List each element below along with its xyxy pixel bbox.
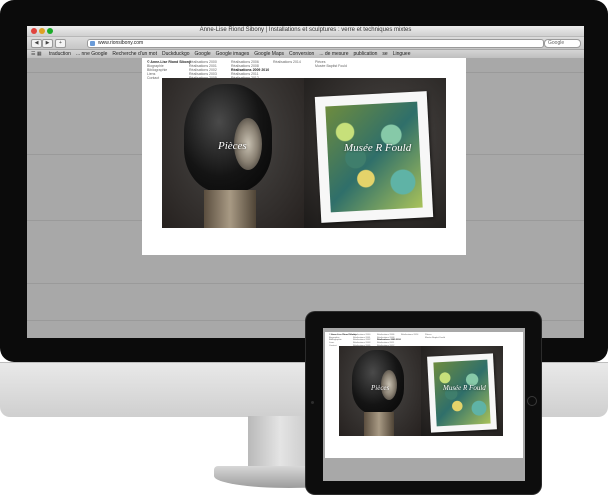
- ipad-camera: [311, 401, 314, 404]
- bookmark-item[interactable]: Duckduckgo: [162, 51, 190, 57]
- tile-caption: Pièces: [371, 384, 390, 392]
- bookmark-item[interactable]: ... nne Google: [76, 51, 107, 57]
- bookmark-item[interactable]: Google images: [216, 51, 250, 57]
- site-favicon-icon: [90, 41, 95, 46]
- browser-viewport: © Anne-Lise Riond Sibony Biographie Biblio…: [27, 58, 584, 338]
- nav-column: Pièces Musée Baptist Fould: [315, 60, 347, 68]
- bookmark-item[interactable]: Conversion: [289, 51, 314, 57]
- artwork-image: [433, 359, 491, 427]
- search-field[interactable]: Google: [544, 39, 581, 48]
- tile-pieces-tablet[interactable]: Pièces: [339, 346, 421, 436]
- nav-link[interactable]: Musée Baptist Fould: [425, 337, 445, 340]
- nav-link[interactable]: Musée Baptist Fould: [315, 64, 347, 68]
- tile-musee-fould[interactable]: Musée R Fould: [304, 78, 446, 228]
- nav-column: Réalisations 2014: [273, 60, 301, 64]
- nav-column: Pièces Musée Baptist Fould: [425, 334, 445, 339]
- ipad-home-button[interactable]: [527, 396, 537, 406]
- bookmark-item[interactable]: publication: [354, 51, 378, 57]
- tile-caption: Musée R Fould: [344, 142, 412, 154]
- address-bar-url: www.rionsibony.com: [98, 40, 144, 46]
- address-bar[interactable]: www.rionsibony.com: [87, 39, 544, 48]
- bookmark-item[interactable]: ... de mesure: [319, 51, 348, 57]
- browser-titlebar: Anne-Lise Riond Sibony | Installations e…: [27, 26, 584, 37]
- framed-artwork: [427, 353, 497, 433]
- nav-link[interactable]: Réalisations 2014: [401, 334, 418, 337]
- nav-link[interactable]: Réalisations 2014: [273, 60, 301, 64]
- sculpture-base: [364, 412, 394, 436]
- artist-webpage: © Anne-Lise Riond Sibony Biographie Biblio…: [142, 58, 466, 255]
- framed-artwork: [314, 91, 434, 223]
- bookmark-item[interactable]: traduction: [49, 51, 71, 57]
- forward-button[interactable]: ▶: [42, 39, 53, 48]
- artist-webpage-tablet: © Anne-Lise Riond Sibony Biographie Biblio…: [325, 332, 523, 458]
- nav-column: Réalisations 2014: [401, 334, 418, 337]
- browser-toolbar: ◀ ▶ + www.rionsibony.com Google: [27, 37, 584, 50]
- tile-pieces[interactable]: Pièces: [162, 78, 304, 228]
- tile-caption: Pièces: [218, 140, 247, 152]
- nav-column: Réalisations 2006 Réalisations 2008 Réalis…: [231, 60, 269, 80]
- bookmark-item[interactable]: se: [382, 51, 387, 57]
- reading-list-icon[interactable]: ☰ ▦: [31, 51, 42, 57]
- background-line: [27, 283, 584, 284]
- imac-screen: Anne-Lise Riond Sibony | Installations e…: [27, 26, 584, 338]
- window-title: Anne-Lise Riond Sibony | Installations e…: [199, 27, 412, 33]
- back-button[interactable]: ◀: [31, 39, 42, 48]
- bookmarks-list: traduction ... nne Google Recherche d'un m…: [49, 50, 415, 58]
- ipad-device: © Anne-Lise Riond Sibony Biographie Biblio…: [306, 312, 541, 494]
- ipad-screen: © Anne-Lise Riond Sibony Biographie Biblio…: [323, 328, 525, 481]
- sculpture-base: [204, 190, 256, 228]
- nav-column: Réalisations 2000 Réalisations 2001 Réalis…: [189, 60, 217, 80]
- bookmark-item[interactable]: Recherche d'un mot: [112, 51, 157, 57]
- artwork-image: [325, 101, 423, 213]
- bookmark-item[interactable]: Google: [195, 51, 211, 57]
- bookmark-item[interactable]: Linguee: [393, 51, 411, 57]
- tile-caption: Musée R Fould: [443, 384, 486, 392]
- share-button[interactable]: +: [55, 39, 66, 48]
- nav-column: © Anne-Lise Riond Sibony Biographie Biblio…: [147, 60, 191, 80]
- site-navigation: © Anne-Lise Riond Sibony Biographie Biblio…: [147, 60, 457, 80]
- tile-musee-fould-tablet[interactable]: Musée R Fould: [421, 346, 503, 436]
- bookmark-item[interactable]: Google Maps: [254, 51, 284, 57]
